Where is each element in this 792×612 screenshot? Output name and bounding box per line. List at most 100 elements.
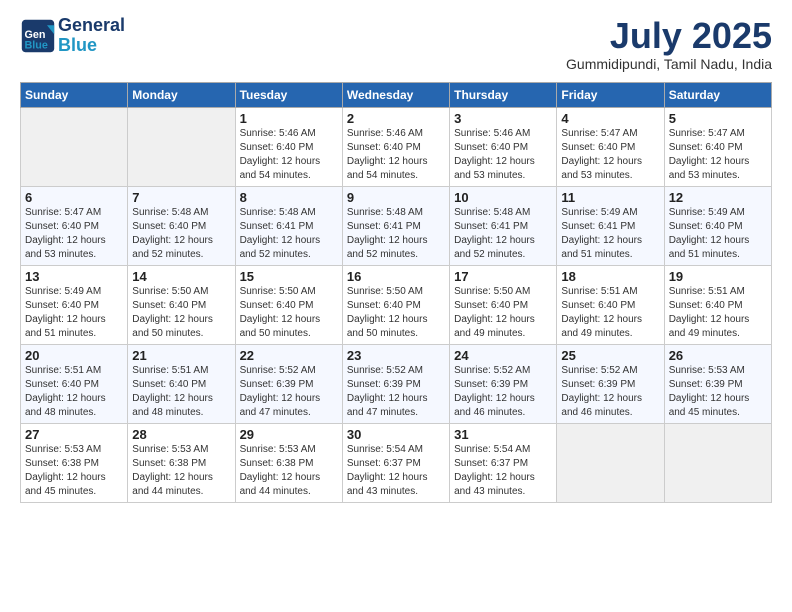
calendar-cell: 29Sunrise: 5:53 AMSunset: 6:38 PMDayligh… [235, 423, 342, 502]
week-row-2: 13Sunrise: 5:49 AMSunset: 6:40 PMDayligh… [21, 265, 772, 344]
calendar-cell: 20Sunrise: 5:51 AMSunset: 6:40 PMDayligh… [21, 344, 128, 423]
day-number: 21 [132, 348, 230, 363]
day-info: Sunrise: 5:47 AMSunset: 6:40 PMDaylight:… [561, 127, 659, 183]
day-number: 17 [454, 269, 552, 284]
month-title: July 2025 [566, 16, 772, 56]
day-number: 19 [669, 269, 767, 284]
day-number: 30 [347, 427, 445, 442]
location: Gummidipundi, Tamil Nadu, India [566, 56, 772, 72]
calendar-cell: 24Sunrise: 5:52 AMSunset: 6:39 PMDayligh… [450, 344, 557, 423]
calendar-cell: 27Sunrise: 5:53 AMSunset: 6:38 PMDayligh… [21, 423, 128, 502]
day-number: 7 [132, 190, 230, 205]
calendar-cell: 22Sunrise: 5:52 AMSunset: 6:39 PMDayligh… [235, 344, 342, 423]
day-number: 10 [454, 190, 552, 205]
calendar-cell: 12Sunrise: 5:49 AMSunset: 6:40 PMDayligh… [664, 186, 771, 265]
calendar-cell: 10Sunrise: 5:48 AMSunset: 6:41 PMDayligh… [450, 186, 557, 265]
calendar-cell: 21Sunrise: 5:51 AMSunset: 6:40 PMDayligh… [128, 344, 235, 423]
day-info: Sunrise: 5:47 AMSunset: 6:40 PMDaylight:… [25, 206, 123, 262]
weekday-header-friday: Friday [557, 82, 664, 107]
day-info: Sunrise: 5:47 AMSunset: 6:40 PMDaylight:… [669, 127, 767, 183]
day-info: Sunrise: 5:54 AMSunset: 6:37 PMDaylight:… [454, 443, 552, 499]
day-number: 13 [25, 269, 123, 284]
day-info: Sunrise: 5:50 AMSunset: 6:40 PMDaylight:… [240, 285, 338, 341]
day-info: Sunrise: 5:49 AMSunset: 6:41 PMDaylight:… [561, 206, 659, 262]
day-number: 20 [25, 348, 123, 363]
title-block: July 2025 Gummidipundi, Tamil Nadu, Indi… [566, 16, 772, 72]
day-info: Sunrise: 5:48 AMSunset: 6:41 PMDaylight:… [347, 206, 445, 262]
page: Gen Blue General Blue July 2025 Gummidip… [0, 0, 792, 612]
calendar-cell [21, 107, 128, 186]
week-row-3: 20Sunrise: 5:51 AMSunset: 6:40 PMDayligh… [21, 344, 772, 423]
day-info: Sunrise: 5:53 AMSunset: 6:38 PMDaylight:… [240, 443, 338, 499]
day-number: 3 [454, 111, 552, 126]
day-number: 12 [669, 190, 767, 205]
calendar-cell: 14Sunrise: 5:50 AMSunset: 6:40 PMDayligh… [128, 265, 235, 344]
day-info: Sunrise: 5:48 AMSunset: 6:40 PMDaylight:… [132, 206, 230, 262]
calendar-cell: 28Sunrise: 5:53 AMSunset: 6:38 PMDayligh… [128, 423, 235, 502]
day-info: Sunrise: 5:51 AMSunset: 6:40 PMDaylight:… [669, 285, 767, 341]
weekday-header-saturday: Saturday [664, 82, 771, 107]
day-number: 31 [454, 427, 552, 442]
day-info: Sunrise: 5:53 AMSunset: 6:38 PMDaylight:… [132, 443, 230, 499]
calendar-cell: 26Sunrise: 5:53 AMSunset: 6:39 PMDayligh… [664, 344, 771, 423]
calendar-cell: 3Sunrise: 5:46 AMSunset: 6:40 PMDaylight… [450, 107, 557, 186]
day-number: 28 [132, 427, 230, 442]
day-info: Sunrise: 5:48 AMSunset: 6:41 PMDaylight:… [454, 206, 552, 262]
svg-text:Blue: Blue [25, 39, 48, 51]
day-info: Sunrise: 5:46 AMSunset: 6:40 PMDaylight:… [240, 127, 338, 183]
day-number: 26 [669, 348, 767, 363]
day-number: 15 [240, 269, 338, 284]
day-number: 24 [454, 348, 552, 363]
calendar-cell: 8Sunrise: 5:48 AMSunset: 6:41 PMDaylight… [235, 186, 342, 265]
calendar-cell: 5Sunrise: 5:47 AMSunset: 6:40 PMDaylight… [664, 107, 771, 186]
calendar-cell: 9Sunrise: 5:48 AMSunset: 6:41 PMDaylight… [342, 186, 449, 265]
day-info: Sunrise: 5:53 AMSunset: 6:39 PMDaylight:… [669, 364, 767, 420]
day-number: 16 [347, 269, 445, 284]
calendar-cell: 19Sunrise: 5:51 AMSunset: 6:40 PMDayligh… [664, 265, 771, 344]
day-info: Sunrise: 5:52 AMSunset: 6:39 PMDaylight:… [347, 364, 445, 420]
calendar-cell [664, 423, 771, 502]
calendar-cell: 17Sunrise: 5:50 AMSunset: 6:40 PMDayligh… [450, 265, 557, 344]
week-row-1: 6Sunrise: 5:47 AMSunset: 6:40 PMDaylight… [21, 186, 772, 265]
calendar-cell: 18Sunrise: 5:51 AMSunset: 6:40 PMDayligh… [557, 265, 664, 344]
day-number: 2 [347, 111, 445, 126]
day-number: 9 [347, 190, 445, 205]
day-info: Sunrise: 5:51 AMSunset: 6:40 PMDaylight:… [25, 364, 123, 420]
weekday-header-monday: Monday [128, 82, 235, 107]
day-info: Sunrise: 5:52 AMSunset: 6:39 PMDaylight:… [454, 364, 552, 420]
day-number: 1 [240, 111, 338, 126]
day-number: 23 [347, 348, 445, 363]
calendar-cell: 31Sunrise: 5:54 AMSunset: 6:37 PMDayligh… [450, 423, 557, 502]
calendar-cell: 25Sunrise: 5:52 AMSunset: 6:39 PMDayligh… [557, 344, 664, 423]
calendar-cell: 15Sunrise: 5:50 AMSunset: 6:40 PMDayligh… [235, 265, 342, 344]
calendar-cell [128, 107, 235, 186]
day-number: 5 [669, 111, 767, 126]
logo-icon: Gen Blue [20, 18, 56, 54]
day-number: 27 [25, 427, 123, 442]
calendar-table: SundayMondayTuesdayWednesdayThursdayFrid… [20, 82, 772, 503]
calendar-cell: 7Sunrise: 5:48 AMSunset: 6:40 PMDaylight… [128, 186, 235, 265]
calendar-cell: 13Sunrise: 5:49 AMSunset: 6:40 PMDayligh… [21, 265, 128, 344]
day-info: Sunrise: 5:46 AMSunset: 6:40 PMDaylight:… [347, 127, 445, 183]
day-info: Sunrise: 5:50 AMSunset: 6:40 PMDaylight:… [132, 285, 230, 341]
day-number: 4 [561, 111, 659, 126]
calendar-cell: 16Sunrise: 5:50 AMSunset: 6:40 PMDayligh… [342, 265, 449, 344]
day-info: Sunrise: 5:50 AMSunset: 6:40 PMDaylight:… [347, 285, 445, 341]
calendar-cell: 30Sunrise: 5:54 AMSunset: 6:37 PMDayligh… [342, 423, 449, 502]
week-row-4: 27 Sunrise: 5:53 AMSunset: 6:38 PMDayligh… [21, 423, 772, 502]
calendar-cell [557, 423, 664, 502]
calendar-cell: 6Sunrise: 5:47 AMSunset: 6:40 PMDaylight… [21, 186, 128, 265]
day-info: Sunrise: 5:49 AMSunset: 6:40 PMDaylight:… [669, 206, 767, 262]
calendar-cell: 4Sunrise: 5:47 AMSunset: 6:40 PMDaylight… [557, 107, 664, 186]
day-number: 8 [240, 190, 338, 205]
calendar-cell: 23Sunrise: 5:52 AMSunset: 6:39 PMDayligh… [342, 344, 449, 423]
calendar-cell: 2Sunrise: 5:46 AMSunset: 6:40 PMDaylight… [342, 107, 449, 186]
logo-text: General Blue [58, 16, 125, 56]
weekday-header-tuesday: Tuesday [235, 82, 342, 107]
day-info: Sunrise: 5:54 AMSunset: 6:37 PMDaylight:… [347, 443, 445, 499]
day-number: 14 [132, 269, 230, 284]
header: Gen Blue General Blue July 2025 Gummidip… [20, 16, 772, 72]
day-info: Sunrise: 5:51 AMSunset: 6:40 PMDaylight:… [132, 364, 230, 420]
weekday-header-wednesday: Wednesday [342, 82, 449, 107]
day-number: 29 [240, 427, 338, 442]
